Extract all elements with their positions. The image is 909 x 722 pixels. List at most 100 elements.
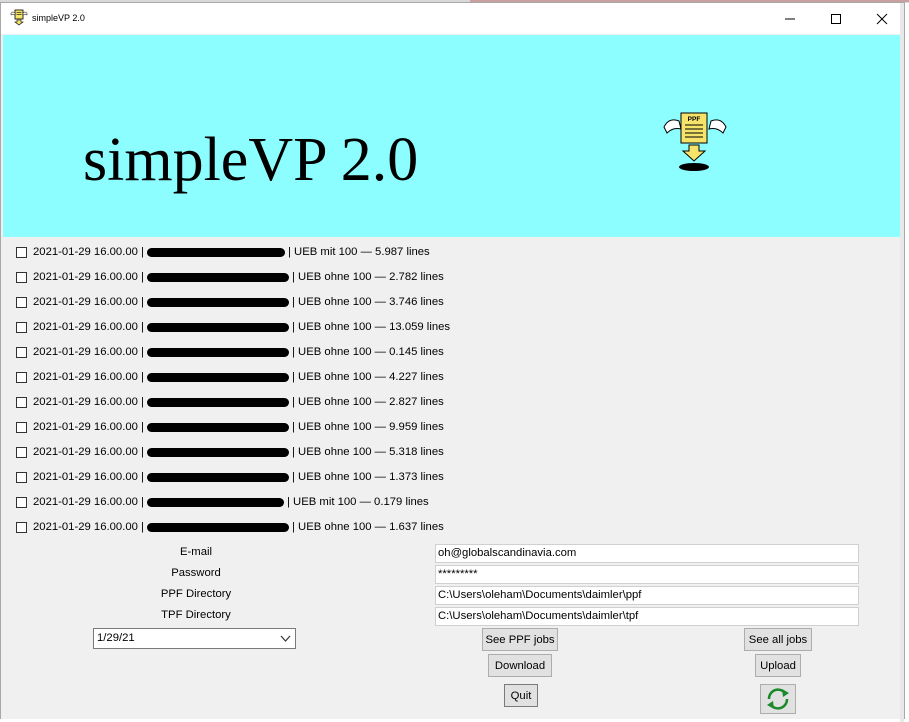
redacted-job-name	[146, 422, 289, 432]
maximize-button[interactable]	[813, 3, 859, 34]
job-row[interactable]: 2021-01-29 16.00.00 | | UEB ohne 100 — 1…	[16, 317, 450, 337]
job-label: 2021-01-29 16.00.00 | | UEB ohne 100 — 1…	[33, 471, 444, 483]
password-label: Password	[171, 567, 221, 579]
job-checkbox[interactable]	[16, 271, 27, 283]
job-row[interactable]: 2021-01-29 16.00.00 | | UEB ohne 100 — 5…	[16, 442, 444, 462]
job-label: 2021-01-29 16.00.00 | | UEB ohne 100 — 1…	[33, 321, 450, 333]
job-info: | UEB mit 100 — 5.987 lines	[287, 246, 430, 258]
close-icon	[876, 13, 888, 24]
see-all-jobs-button[interactable]: See all jobs	[744, 628, 812, 651]
ppf-directory-label: PPF Directory	[160, 588, 232, 600]
job-info: | UEB ohne 100 — 0.145 lines	[291, 346, 444, 358]
job-label: 2021-01-29 16.00.00 | | UEB mit 100 — 5.…	[33, 246, 430, 258]
job-label: 2021-01-29 16.00.00 | | UEB ohne 100 — 0…	[33, 346, 444, 358]
job-info: | UEB ohne 100 — 13.059 lines	[291, 321, 451, 333]
redacted-job-name	[146, 397, 289, 407]
logo-text: PPF	[688, 116, 701, 123]
job-label: 2021-01-29 16.00.00 | | UEB ohne 100 — 2…	[33, 271, 444, 283]
see-ppf-jobs-button[interactable]: See PPF jobs	[482, 628, 558, 651]
ppf-download-icon: PPF	[663, 112, 727, 171]
job-date: 2021-01-29 16.00.00 |	[33, 296, 144, 308]
job-label: 2021-01-29 16.00.00 | | UEB ohne 100 — 1…	[33, 521, 444, 533]
job-info: | UEB ohne 100 — 2.827 lines	[291, 396, 444, 408]
job-row[interactable]: 2021-01-29 16.00.00 | | UEB ohne 100 — 1…	[16, 467, 444, 487]
job-info: | UEB mit 100 — 0.179 lines	[286, 496, 429, 508]
tpf-directory-label: TPF Directory	[161, 609, 231, 621]
redacted-job-name	[146, 322, 289, 332]
redacted-job-name	[146, 272, 289, 282]
job-date: 2021-01-29 16.00.00 |	[33, 271, 144, 283]
ppf-directory-field[interactable]: C:\Users\oleham\Documents\daimler\ppf	[435, 586, 859, 605]
job-checkbox[interactable]	[16, 371, 27, 383]
job-row[interactable]: 2021-01-29 16.00.00 | | UEB ohne 100 — 4…	[16, 367, 444, 387]
header-banner: simpleVP 2.0 PPF	[3, 35, 904, 237]
date-picker[interactable]: 1/29/21	[93, 628, 296, 649]
maximize-icon	[831, 13, 841, 24]
job-row[interactable]: 2021-01-29 16.00.00 | | UEB ohne 100 — 9…	[16, 417, 444, 437]
job-checkbox[interactable]	[16, 321, 27, 333]
redacted-job-name	[146, 372, 289, 382]
email-label: E-mail	[179, 546, 212, 558]
quit-button[interactable]: Quit	[504, 684, 538, 707]
job-info: | UEB ohne 100 — 9.959 lines	[291, 421, 444, 433]
job-date: 2021-01-29 16.00.00 |	[33, 496, 144, 508]
chevron-down-icon	[280, 635, 291, 642]
tpf-directory-field[interactable]: C:\Users\oleham\Documents\daimler\tpf	[435, 607, 859, 626]
job-checkbox[interactable]	[16, 421, 27, 433]
job-checkbox[interactable]	[16, 246, 27, 258]
redacted-job-name	[146, 497, 284, 507]
job-row[interactable]: 2021-01-29 16.00.00 | | UEB ohne 100 — 1…	[16, 517, 444, 537]
job-checkbox[interactable]	[16, 296, 27, 308]
job-label: 2021-01-29 16.00.00 | | UEB ohne 100 — 4…	[33, 371, 444, 383]
redacted-job-name	[146, 472, 289, 482]
redacted-job-name	[146, 297, 289, 307]
job-row[interactable]: 2021-01-29 16.00.00 | | UEB ohne 100 — 3…	[16, 292, 444, 312]
job-date: 2021-01-29 16.00.00 |	[33, 346, 144, 358]
job-checkbox[interactable]	[16, 446, 27, 458]
job-info: | UEB ohne 100 — 1.373 lines	[291, 471, 444, 483]
job-row[interactable]: 2021-01-29 16.00.00 | | UEB ohne 100 — 0…	[16, 342, 444, 362]
app-icon	[10, 9, 28, 26]
job-date: 2021-01-29 16.00.00 |	[33, 471, 144, 483]
job-info: | UEB ohne 100 — 1.637 lines	[291, 521, 444, 533]
job-label: 2021-01-29 16.00.00 | | UEB ohne 100 — 5…	[33, 446, 444, 458]
job-checkbox[interactable]	[16, 471, 27, 483]
password-field[interactable]: *********	[435, 565, 859, 584]
redacted-job-name	[146, 447, 289, 457]
job-info: | UEB ohne 100 — 2.782 lines	[291, 271, 444, 283]
job-date: 2021-01-29 16.00.00 |	[33, 246, 144, 258]
minimize-icon	[785, 18, 795, 19]
date-picker-value: 1/29/21	[97, 632, 135, 644]
job-checkbox[interactable]	[16, 496, 27, 508]
job-label: 2021-01-29 16.00.00 | | UEB mit 100 — 0.…	[33, 496, 429, 508]
redacted-job-name	[146, 247, 285, 257]
job-date: 2021-01-29 16.00.00 |	[33, 321, 144, 333]
title-bar[interactable]: simpleVP 2.0	[1, 3, 904, 34]
refresh-icon	[767, 688, 789, 710]
banner-title: simpleVP 2.0	[83, 126, 419, 194]
job-row[interactable]: 2021-01-29 16.00.00 | | UEB mit 100 — 5.…	[16, 242, 430, 262]
download-button[interactable]: Download	[488, 654, 552, 677]
email-field[interactable]: oh@globalscandinavia.com	[435, 544, 859, 563]
window-edge	[900, 3, 904, 722]
redacted-job-name	[146, 522, 289, 532]
job-checkbox[interactable]	[16, 346, 27, 358]
job-row[interactable]: 2021-01-29 16.00.00 | | UEB mit 100 — 0.…	[16, 492, 429, 512]
refresh-button[interactable]	[760, 684, 796, 714]
job-row[interactable]: 2021-01-29 16.00.00 | | UEB ohne 100 — 2…	[16, 267, 444, 287]
job-info: | UEB ohne 100 — 3.746 lines	[291, 296, 444, 308]
upload-button[interactable]: Upload	[755, 654, 801, 677]
job-date: 2021-01-29 16.00.00 |	[33, 421, 144, 433]
job-checkbox[interactable]	[16, 521, 27, 533]
job-checkbox[interactable]	[16, 396, 27, 408]
job-info: | UEB ohne 100 — 4.227 lines	[291, 371, 444, 383]
job-label: 2021-01-29 16.00.00 | | UEB ohne 100 — 2…	[33, 396, 444, 408]
redacted-job-name	[146, 347, 289, 357]
job-date: 2021-01-29 16.00.00 |	[33, 371, 144, 383]
minimize-button[interactable]	[767, 3, 813, 34]
job-label: 2021-01-29 16.00.00 | | UEB ohne 100 — 9…	[33, 421, 444, 433]
close-button[interactable]	[859, 3, 905, 34]
job-info: | UEB ohne 100 — 5.318 lines	[291, 446, 444, 458]
job-row[interactable]: 2021-01-29 16.00.00 | | UEB ohne 100 — 2…	[16, 392, 444, 412]
job-date: 2021-01-29 16.00.00 |	[33, 521, 144, 533]
